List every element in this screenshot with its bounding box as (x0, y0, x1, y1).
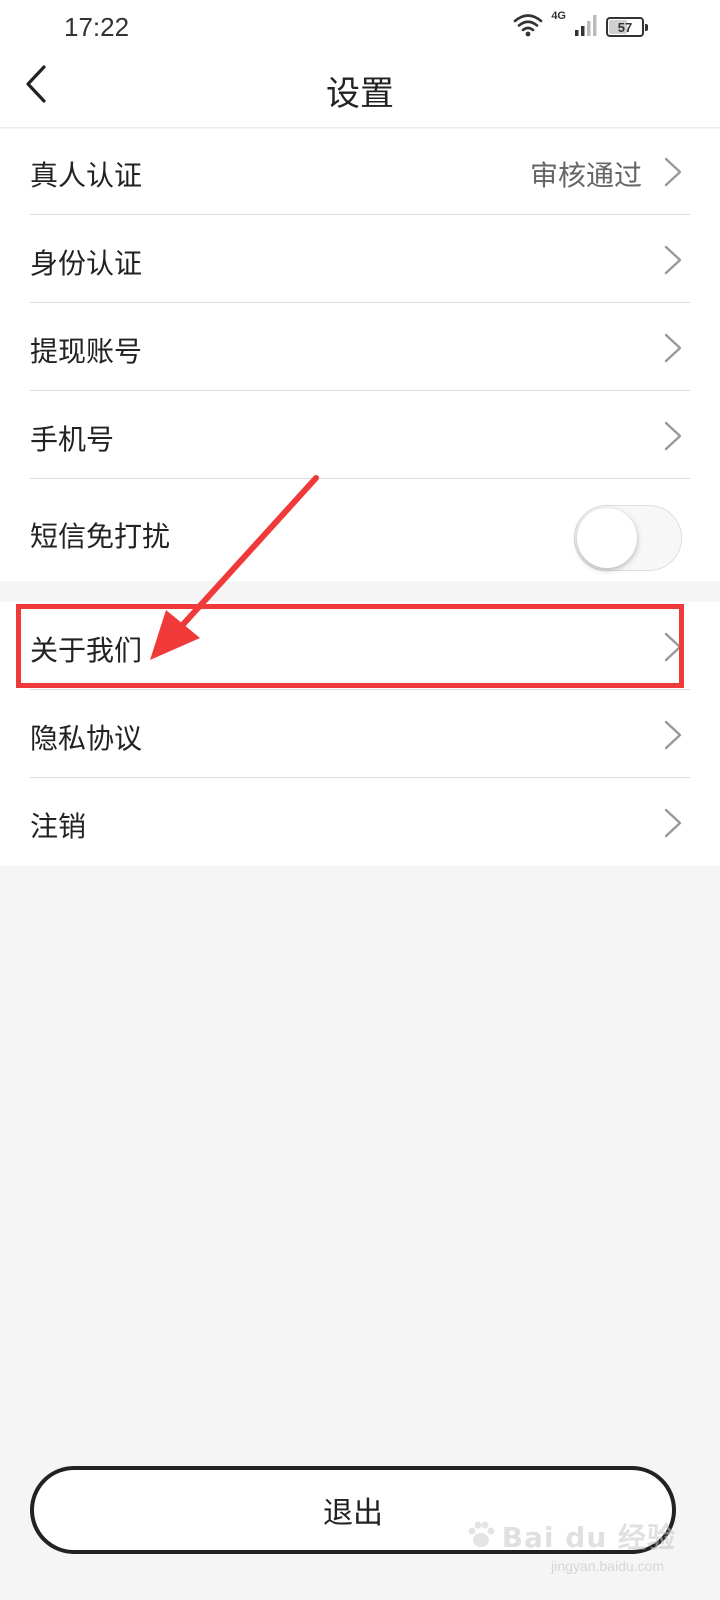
settings-item-sms-do-not-disturb: 短信免打扰 (0, 479, 720, 581)
watermark-url: jingyan.baidu.com (551, 1558, 664, 1574)
verification-status: 审核通过 (529, 159, 642, 192)
status-time: 17:22 (64, 12, 130, 42)
status-icons: 4G 57 (513, 10, 648, 42)
nav-bar: 设置 (0, 52, 720, 128)
toggle-knob (577, 508, 637, 568)
battery-level: 57 (617, 19, 633, 35)
settings-item-real-person-verification[interactable]: 真人认证 审核通过 (0, 129, 720, 215)
chevron-right-icon (662, 719, 684, 751)
settings-item-deactivate-account[interactable]: 注销 (0, 778, 720, 866)
chevron-right-icon (662, 631, 684, 663)
network-type-label: 4G (551, 10, 566, 22)
status-bar: 17:22 4G 57 (0, 0, 720, 52)
settings-group-about: 关于我们 隐私协议 注销 (0, 602, 720, 866)
chevron-right-icon (662, 244, 684, 276)
chevron-right-icon (662, 807, 684, 839)
settings-item-label: 隐私协议 (30, 722, 143, 755)
chevron-right-icon (662, 420, 684, 452)
wifi-icon (513, 13, 543, 41)
settings-item-privacy-policy[interactable]: 隐私协议 (0, 690, 720, 778)
chevron-right-icon (662, 156, 684, 188)
cellular-signal-icon (574, 13, 598, 41)
settings-item-phone-number[interactable]: 手机号 (0, 391, 720, 479)
settings-item-label: 注销 (30, 810, 87, 843)
sms-do-not-disturb-toggle[interactable] (574, 505, 682, 571)
logout-button[interactable]: 退出 (30, 1466, 676, 1554)
page-title: 设置 (326, 74, 394, 114)
settings-item-label: 短信免打扰 (30, 520, 171, 553)
settings-item-about-us[interactable]: 关于我们 (0, 602, 720, 690)
battery-icon: 57 (606, 17, 648, 37)
chevron-right-icon (662, 332, 684, 364)
settings-item-label: 提现账号 (30, 335, 143, 368)
settings-item-label: 身份认证 (30, 247, 143, 280)
settings-item-label: 真人认证 (30, 159, 143, 192)
settings-item-identity-verification[interactable]: 身份认证 (0, 215, 720, 303)
settings-item-withdrawal-account[interactable]: 提现账号 (0, 303, 720, 391)
settings-group-account: 真人认证 审核通过 身份认证 提现账号 手机号 短信免打扰 (0, 129, 720, 581)
settings-item-label: 关于我们 (30, 634, 143, 667)
settings-item-label: 手机号 (30, 423, 115, 456)
